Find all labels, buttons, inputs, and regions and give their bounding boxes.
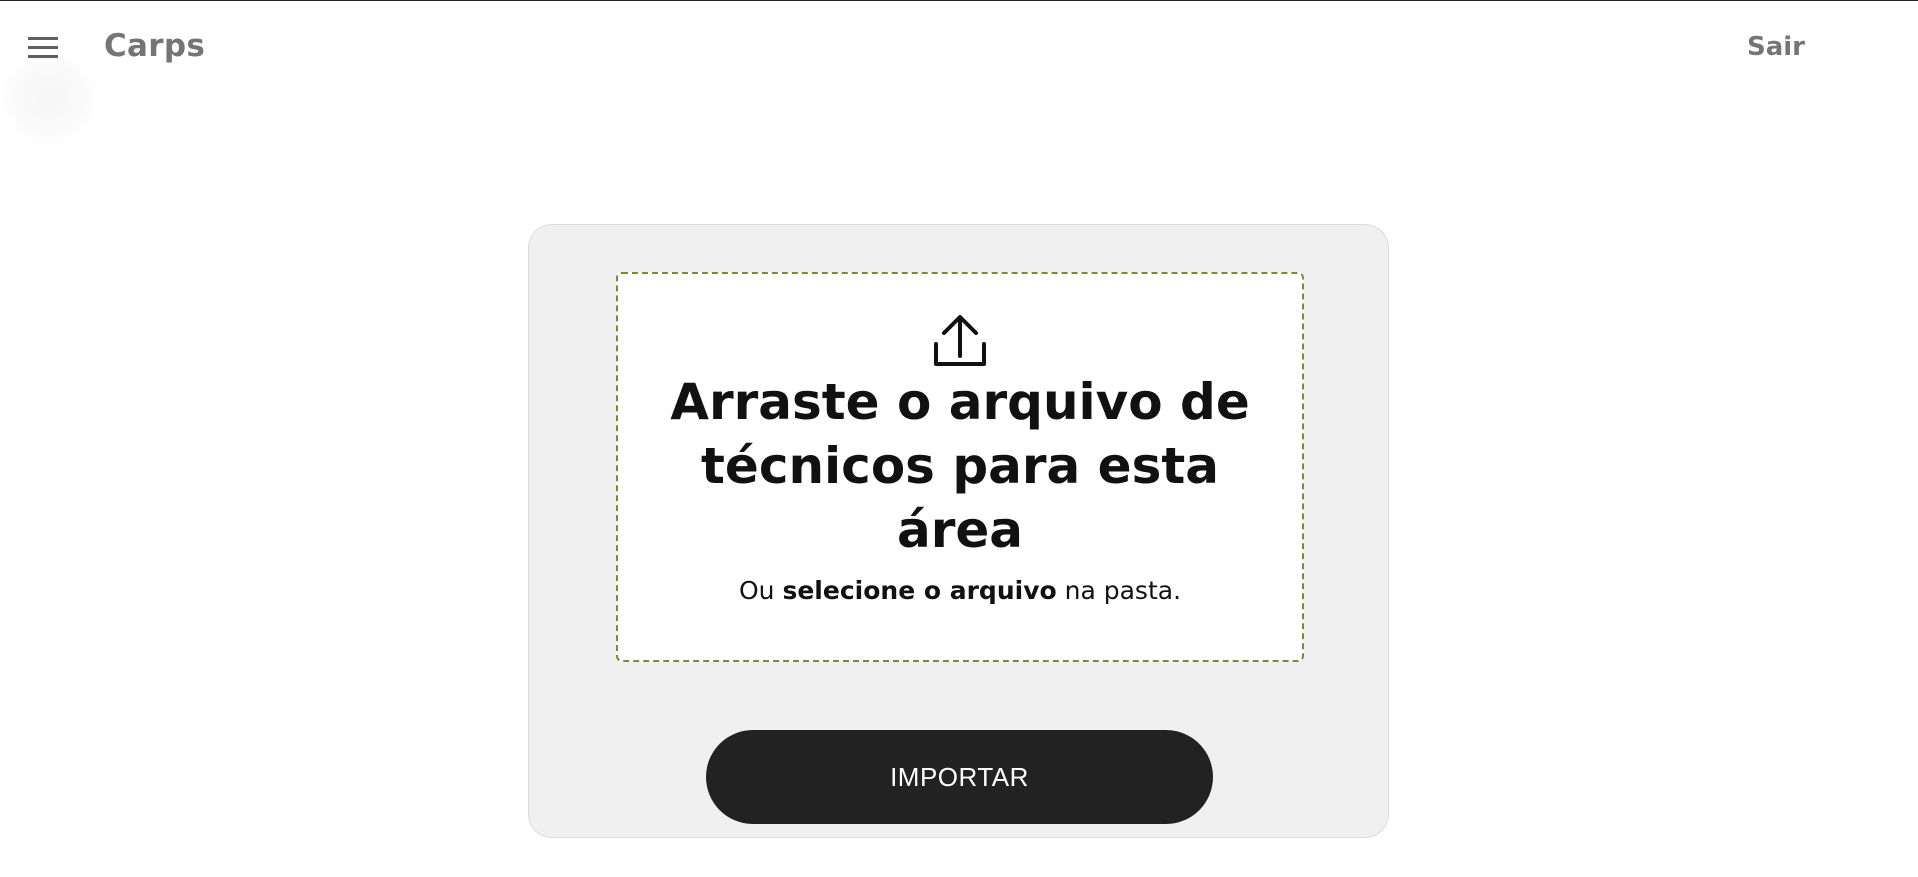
app-title: Carps	[104, 28, 206, 64]
import-card: Arraste o arquivo de técnicos para esta …	[528, 224, 1389, 838]
file-dropzone[interactable]: Arraste o arquivo de técnicos para esta …	[616, 272, 1304, 662]
import-button[interactable]: IMPORTAR	[706, 730, 1213, 824]
dropzone-subtitle: Ou selecione o arquivo na pasta.	[638, 576, 1282, 605]
select-file-link[interactable]: selecione o arquivo	[782, 576, 1056, 605]
subtitle-prefix: Ou	[738, 576, 783, 605]
dropzone-title: Arraste o arquivo de técnicos para esta …	[670, 373, 1250, 559]
app-header: Carps Sair	[0, 1, 1918, 147]
menu-ripple-effect	[0, 49, 98, 147]
logout-link[interactable]: Sair	[1747, 32, 1805, 62]
subtitle-suffix: na pasta.	[1056, 576, 1182, 605]
upload-icon	[934, 315, 986, 366]
